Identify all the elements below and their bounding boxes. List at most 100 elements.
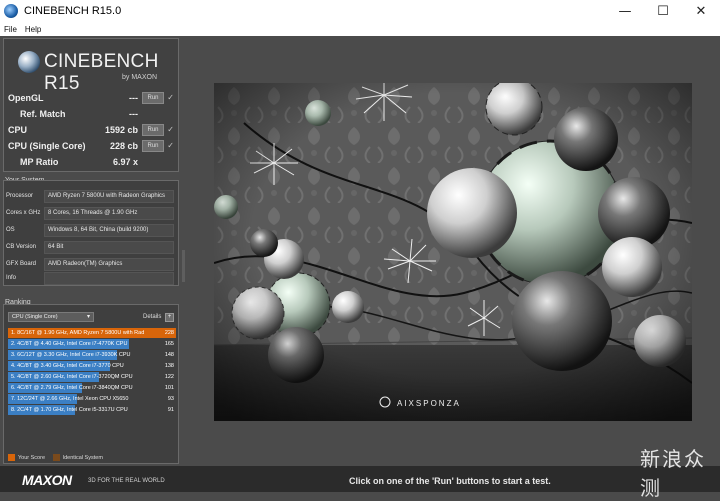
system-row-processor: Processor AMD Ryzen 7 5800U with Radeon … <box>6 190 176 204</box>
score-label: MP Ratio <box>20 157 59 167</box>
ranking-row[interactable]: 8. 2C/4T @ 1.70 GHz, Intel Core i5-3317U… <box>8 405 176 415</box>
app-window: CINEBENCH R15.0 — ☐ ✕ File Help CINEBENC… <box>0 0 720 500</box>
score-row-opengl: OpenGL --- Run ✓ <box>8 92 176 106</box>
ranking-entry-score: 93 <box>167 396 174 402</box>
logo-text: CINEBENCH R15 <box>44 51 159 94</box>
watermark-text: 新浪众测 <box>640 447 706 500</box>
details-toggle-button[interactable]: + <box>165 313 174 322</box>
ranking-entry-score: 91 <box>167 407 174 413</box>
window-title: CINEBENCH R15.0 <box>24 5 122 17</box>
title-bar: CINEBENCH R15.0 — ☐ ✕ <box>0 0 720 22</box>
run-opengl-button[interactable]: Run <box>142 92 164 104</box>
ranking-entry-label: 8. 2C/4T @ 1.70 GHz, Intel Core i5-3317U… <box>11 407 128 413</box>
ranking-row[interactable]: 2. 4C/8T @ 4.40 GHz, Intel Core i7-4770K… <box>8 339 176 349</box>
system-row-gfx: GFX Board AMD Radeon(TM) Graphics <box>6 258 176 272</box>
menu-file[interactable]: File <box>4 25 17 34</box>
system-panel: Processor AMD Ryzen 7 5800U with Radeon … <box>3 180 179 286</box>
system-value: Windows 8, 64 Bit, China (build 9200) <box>44 224 174 237</box>
cpu-checkbox[interactable]: ✓ <box>167 125 174 134</box>
maximize-button[interactable]: ☐ <box>644 0 682 22</box>
ranking-select-value: CPU (Single Core) <box>12 314 58 320</box>
ranking-select[interactable]: CPU (Single Core) ▾ <box>8 312 94 322</box>
system-row-os: OS Windows 8, 64 Bit, China (build 9200) <box>6 224 176 238</box>
cpu-single-checkbox[interactable]: ✓ <box>167 141 174 150</box>
score-row-mp-ratio: MP Ratio 6.97 x <box>8 156 176 170</box>
system-key: Info <box>6 275 17 281</box>
ranking-row[interactable]: 7. 12C/24T @ 2.66 GHz, Intel Xeon CPU X5… <box>8 394 176 404</box>
ranking-entry-score: 138 <box>164 363 174 369</box>
info-field[interactable] <box>44 272 174 285</box>
opengl-checkbox[interactable]: ✓ <box>167 93 174 102</box>
ranking-entry-score: 228 <box>164 330 174 336</box>
identical-system-swatch <box>52 454 60 461</box>
ranking-entry-label: 4. 4C/8T @ 3.40 GHz, Intel Core i7-3770 … <box>11 363 124 369</box>
panel-splitter[interactable] <box>182 250 185 282</box>
score-row-ref-match: Ref. Match --- <box>8 108 176 122</box>
cinebench-app-icon <box>4 4 18 18</box>
ranking-entry-score: 165 <box>164 341 174 347</box>
ranking-row[interactable]: 3. 6C/12T @ 3.30 GHz, Intel Core i7-3930… <box>8 350 176 360</box>
score-panel: CINEBENCH R15 by MAXON OpenGL --- Run ✓ … <box>3 38 179 172</box>
legend-your-score: Your Score <box>18 454 46 461</box>
run-cpu-single-button[interactable]: Run <box>142 140 164 152</box>
system-key: GFX Board <box>6 261 37 267</box>
ranking-row[interactable]: 4. 4C/8T @ 3.40 GHz, Intel Core i7-3770 … <box>8 361 176 371</box>
maxon-logo: MAXON <box>22 472 72 488</box>
score-label: CPU <box>8 125 28 135</box>
footer-bar: MAXON 3D FOR THE REAL WORLD Click on one… <box>0 466 720 492</box>
score-row-cpu-single: CPU (Single Core) 228 cb Run ✓ <box>8 140 176 154</box>
ranking-panel: CPU (Single Core) ▾ Details + 1. 8C/16T … <box>3 304 179 464</box>
ranking-legend: Your Score Identical System <box>8 454 103 462</box>
run-cpu-button[interactable]: Run <box>142 124 164 136</box>
render-credit: AIXSPONZA <box>397 399 461 408</box>
score-row-cpu: CPU 1592 cb Run ✓ <box>8 124 176 138</box>
ranking-entry-label: 7. 12C/24T @ 2.66 GHz, Intel Xeon CPU X5… <box>11 396 129 402</box>
score-label: CPU (Single Core) <box>8 141 86 151</box>
ranking-entry-score: 148 <box>164 352 174 358</box>
your-score-swatch <box>8 454 15 461</box>
score-value: --- <box>129 109 138 119</box>
ranking-entry-label: 5. 4C/8T @ 2.60 GHz, Intel Core i7-3720Q… <box>11 374 133 380</box>
system-key: Processor <box>6 193 34 199</box>
status-message: Click on one of the 'Run' buttons to sta… <box>349 476 551 486</box>
minimize-button[interactable]: — <box>606 0 644 22</box>
maxon-tagline: 3D FOR THE REAL WORLD <box>88 478 165 484</box>
menu-bar: File Help <box>0 22 720 36</box>
ranking-row[interactable]: 5. 4C/8T @ 2.60 GHz, Intel Core i7-3720Q… <box>8 372 176 382</box>
system-value: AMD Ryzen 7 5800U with Radeon Graphics <box>44 190 174 203</box>
ranking-entry-label: 2. 4C/8T @ 4.40 GHz, Intel Core i7-4770K… <box>11 341 128 347</box>
ranking-row[interactable]: 6. 4C/8T @ 2.79 GHz, Intel Core i7-3840Q… <box>8 383 176 393</box>
system-value: AMD Radeon(TM) Graphics <box>44 258 174 271</box>
system-row-cb-version: CB Version 64 Bit <box>6 241 176 255</box>
system-key: OS <box>6 227 15 233</box>
score-value: 228 cb <box>109 141 138 151</box>
system-key: Cores x GHz <box>6 210 41 216</box>
score-value: 6.97 x <box>112 157 138 167</box>
system-value: 8 Cores, 16 Threads @ 1.90 GHz <box>44 207 174 220</box>
score-value: --- <box>129 93 138 103</box>
system-key: CB Version <box>6 244 37 250</box>
details-label: Details <box>143 314 162 320</box>
legend-identical-system: Identical System <box>62 454 103 461</box>
score-label: OpenGL <box>8 93 44 103</box>
logo-sphere-icon <box>18 51 40 73</box>
cinebench-logo: CINEBENCH R15 by MAXON <box>18 47 168 94</box>
window-controls: — ☐ ✕ <box>606 0 720 22</box>
ranking-entry-label: 1. 8C/16T @ 1.90 GHz, AMD Ryzen 7 5800U … <box>11 330 145 336</box>
close-button[interactable]: ✕ <box>682 0 720 22</box>
ranking-entry-score: 122 <box>164 374 174 380</box>
ranking-entry-score: 101 <box>164 385 174 391</box>
render-image: AIXSPONZA <box>214 83 692 421</box>
score-value: 1592 cb <box>104 125 138 135</box>
render-preview: AIXSPONZA <box>214 83 692 421</box>
system-row-cores: Cores x GHz 8 Cores, 16 Threads @ 1.90 G… <box>6 207 176 221</box>
ranking-entry-label: 3. 6C/12T @ 3.30 GHz, Intel Core i7-3930… <box>11 352 131 358</box>
menu-help[interactable]: Help <box>25 25 41 34</box>
chevron-down-icon: ▾ <box>86 314 90 320</box>
ranking-entry-label: 6. 4C/8T @ 2.79 GHz, Intel Core i7-3840Q… <box>11 385 133 391</box>
system-row-info: Info <box>6 272 176 286</box>
left-sidebar: CINEBENCH R15 by MAXON OpenGL --- Run ✓ … <box>0 36 182 466</box>
ranking-row[interactable]: 1. 8C/16T @ 1.90 GHz, AMD Ryzen 7 5800U … <box>8 328 176 338</box>
score-label: Ref. Match <box>20 109 66 119</box>
logo-byline: by MAXON <box>122 74 158 81</box>
